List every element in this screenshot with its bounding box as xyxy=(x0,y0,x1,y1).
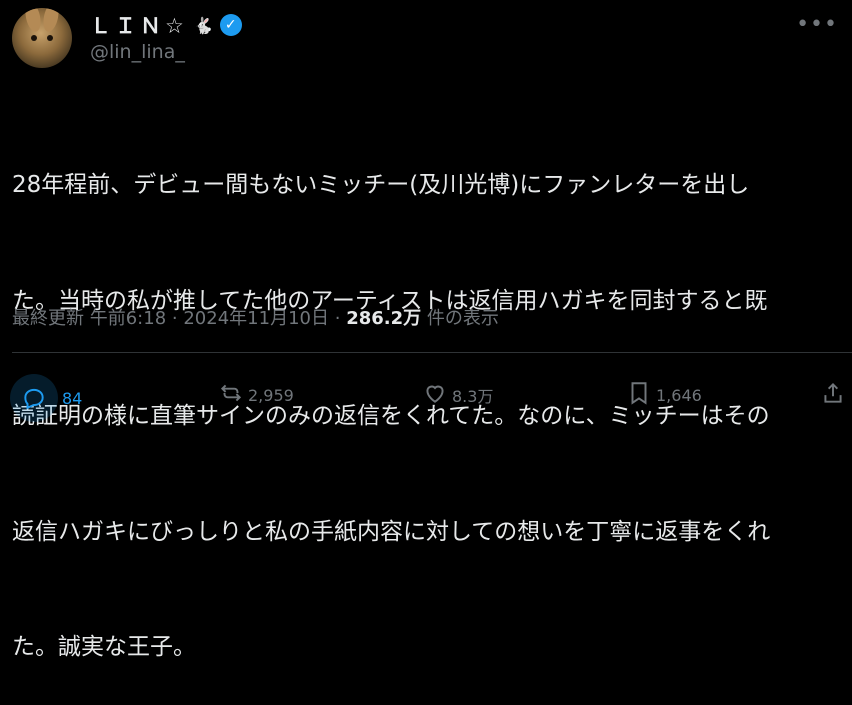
avatar[interactable] xyxy=(12,8,72,68)
meta-separator: · xyxy=(334,308,341,329)
like-count: 8.3万 xyxy=(452,387,494,406)
heart-icon xyxy=(422,380,448,410)
updated-label[interactable]: 最終更新 xyxy=(12,308,84,329)
bookmark-button[interactable]: 1,646 xyxy=(626,373,702,417)
retweet-icon xyxy=(218,380,244,410)
share-button[interactable] xyxy=(820,373,846,417)
more-options-icon[interactable]: ••• xyxy=(796,12,838,37)
tweet-date[interactable]: 2024年11月10日 xyxy=(183,308,329,329)
meta-separator: · xyxy=(171,308,178,329)
avatar-eye xyxy=(31,35,37,41)
tweet-time[interactable]: 午前6:18 xyxy=(90,308,166,329)
reply-icon xyxy=(10,374,58,422)
display-name[interactable]: ＬＩＮ☆ xyxy=(90,10,188,40)
avatar-ear xyxy=(41,8,61,34)
tweet-meta: 最終更新 午前6:18 · 2024年11月10日 · 286.2万 件の表示 xyxy=(12,304,499,330)
verified-badge-icon: ✓ xyxy=(219,14,242,36)
author-handle[interactable]: @lin_lina_ xyxy=(90,41,185,63)
views-label: 件の表示 xyxy=(426,308,499,329)
rabbit-emoji-icon: 🐇 xyxy=(193,15,214,35)
reply-button[interactable]: 84 xyxy=(10,373,83,422)
tweet-text-line: 返信ハガキにびっしりと私の手紙内容に対しての想いを丁寧に返事をくれ xyxy=(12,518,771,545)
bookmark-icon xyxy=(626,380,652,410)
retweet-button[interactable]: 2,959 xyxy=(218,373,294,417)
divider xyxy=(12,352,852,353)
tweet-text-line: た。誠実な王子。 xyxy=(12,634,196,660)
bookmark-count: 1,646 xyxy=(656,385,702,405)
reply-count: 84 xyxy=(62,388,83,408)
tweet-text-line: 28年程前、デビュー間もないミッチー(及川光博)にファンレターを出し xyxy=(12,172,750,198)
view-count: 286.2万 xyxy=(346,308,422,329)
avatar-ear xyxy=(23,8,43,34)
avatar-eye xyxy=(47,35,53,41)
retweet-count: 2,959 xyxy=(248,385,294,405)
like-button[interactable]: 8.3万 xyxy=(422,373,493,417)
author-name-row[interactable]: ＬＩＮ☆ 🐇 ✓ xyxy=(90,11,242,39)
share-icon xyxy=(820,380,846,410)
action-bar: 84 2,959 8.3万 1,646 xyxy=(0,373,852,422)
tweet-header: ＬＩＮ☆ 🐇 ✓ @lin_lina_ ••• xyxy=(12,8,852,70)
